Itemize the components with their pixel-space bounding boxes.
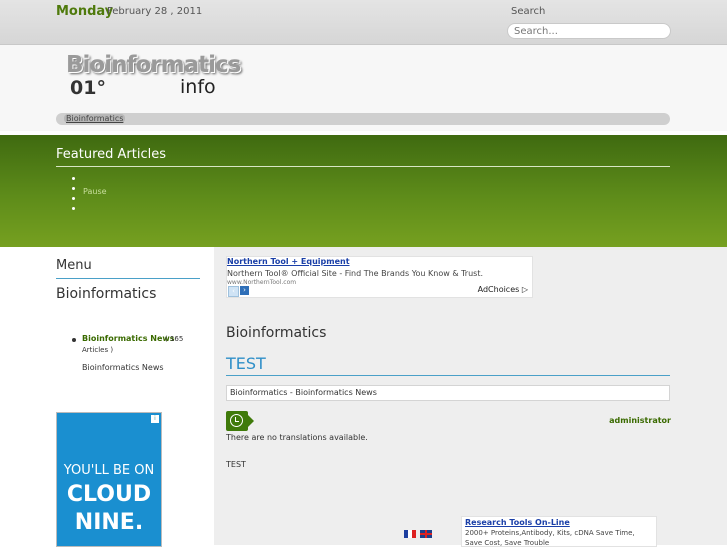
list-bullet xyxy=(72,338,76,342)
cloud-ad-line2: CLOUD xyxy=(66,482,152,507)
flag-fr-icon[interactable] xyxy=(404,530,416,538)
slider-dot[interactable] xyxy=(72,207,75,210)
search-label: Search xyxy=(511,6,546,17)
featured-title: Featured Articles xyxy=(56,147,166,162)
flag-uk-icon[interactable] xyxy=(420,530,432,538)
next-arrow-icon[interactable]: › xyxy=(240,286,249,295)
pause-button[interactable]: Pause xyxy=(83,187,107,196)
slider-dot[interactable] xyxy=(72,177,75,180)
logo-suffix: info xyxy=(180,76,216,98)
search-input[interactable] xyxy=(507,23,671,39)
slider-dot[interactable] xyxy=(72,187,75,190)
top-ad-description: Northern Tool® Official Site - Find The … xyxy=(227,269,484,278)
article-divider xyxy=(226,375,670,376)
author-name: administrator xyxy=(609,416,671,425)
article-breadcrumb: Bioinformatics - Bioinformatics News xyxy=(226,385,670,401)
date-label: February 28 , 2011 xyxy=(107,6,203,17)
bottom-ad-title[interactable]: Research Tools On-Line xyxy=(465,518,570,527)
top-ad[interactable]: Northern Tool + Equipment Northern Tool®… xyxy=(226,256,533,298)
clock-hand xyxy=(235,421,239,422)
sidebar-subitem-news[interactable]: Bioinformatics News xyxy=(82,363,164,372)
menu-divider xyxy=(56,278,200,279)
featured-divider xyxy=(56,166,670,167)
sidebar-item-news[interactable]: Bioinformatics News xyxy=(82,334,175,343)
day-label: Monday xyxy=(56,4,114,19)
cloud-ad-line3: NINE. xyxy=(74,510,144,535)
logo-main-text: Bioinformatics xyxy=(66,52,241,78)
bottom-ad[interactable]: Research Tools On-Line 2000+ Proteins,An… xyxy=(461,516,657,547)
clock-icon xyxy=(226,411,254,431)
site-logo[interactable]: Bioinformatics 01° info xyxy=(66,52,241,102)
top-ad-url[interactable]: www.NorthernTool.com xyxy=(227,279,296,286)
prev-arrow-icon[interactable]: ‹ xyxy=(228,286,239,297)
breadcrumb: Bioinformatics xyxy=(56,113,670,125)
page-title: Bioinformatics xyxy=(226,325,327,341)
article-title[interactable]: TEST xyxy=(226,354,266,373)
news-count: ( 165 xyxy=(165,335,184,343)
featured-section: Featured Articles Pause xyxy=(0,135,727,247)
news-count-unit: Articles ) xyxy=(82,346,114,354)
breadcrumb-item[interactable]: Bioinformatics xyxy=(64,114,126,123)
cloud-ad-banner[interactable]: i YOU'LL BE ON CLOUD NINE. xyxy=(56,412,162,547)
top-bar: Monday February 28 , 2011 Search xyxy=(0,0,727,45)
adchoices-icon[interactable]: i xyxy=(151,415,159,423)
slider-dot[interactable] xyxy=(72,197,75,200)
article-body: TEST xyxy=(226,460,246,469)
top-ad-title[interactable]: Northern Tool + Equipment xyxy=(227,257,350,266)
no-translations-notice: There are no translations available. xyxy=(226,433,368,442)
cloud-ad-line1: YOU'LL BE ON xyxy=(63,463,155,478)
menu-title: Menu xyxy=(56,258,92,273)
logo-number: 01° xyxy=(70,77,106,99)
bottom-ad-description: 2000+ Proteins,Antibody, Kits, cDNA Save… xyxy=(465,529,635,547)
article-breadcrumb-text[interactable]: Bioinformatics - Bioinformatics News xyxy=(230,388,377,397)
menu-heading: Bioinformatics xyxy=(56,286,157,302)
adchoices-link[interactable]: AdChoices ▷ xyxy=(478,285,528,294)
